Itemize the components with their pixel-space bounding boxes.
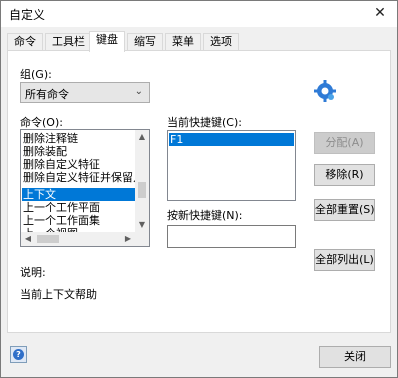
scroll-right-icon[interactable]: ▶ bbox=[121, 232, 135, 246]
new-shortcut-label: 按新快捷键(N): bbox=[167, 209, 243, 222]
list-item-selected[interactable]: 上下文 bbox=[22, 188, 135, 201]
list-item[interactable]: 删除装配 bbox=[23, 145, 67, 158]
description-label: 说明: bbox=[20, 266, 46, 279]
scroll-left-icon[interactable]: ◀ bbox=[21, 232, 35, 246]
new-shortcut-field[interactable] bbox=[167, 225, 296, 248]
reset-all-button[interactable]: 全部重置(S) bbox=[314, 199, 375, 221]
tab-keyboard[interactable]: 键盘 bbox=[89, 31, 125, 52]
group-dropdown-value: 所有命令 bbox=[25, 88, 69, 101]
list-item-selected[interactable]: F1 bbox=[169, 133, 294, 146]
tab-menus[interactable]: 菜单 bbox=[165, 33, 201, 51]
horizontal-scrollbar[interactable]: ◀ ▶ bbox=[21, 232, 149, 246]
close-button[interactable]: 关闭 bbox=[319, 346, 391, 368]
tab-commands[interactable]: 命令 bbox=[7, 33, 43, 51]
list-all-button[interactable]: 全部列出(L) bbox=[314, 249, 375, 271]
vertical-scrollbar[interactable]: ▲ ▼ bbox=[135, 130, 149, 232]
scroll-up-icon[interactable]: ▲ bbox=[135, 130, 149, 144]
remove-button[interactable]: 移除(R) bbox=[314, 164, 375, 186]
current-shortcut-list[interactable]: F1 bbox=[167, 130, 296, 201]
settings-gear-icon bbox=[313, 79, 337, 103]
list-item[interactable]: 删除自定义特征并保留几何 bbox=[23, 171, 149, 184]
window-title: 自定义 bbox=[9, 8, 46, 22]
help-icon[interactable]: ? bbox=[10, 346, 27, 363]
customize-dialog: 自定义 ✕ 命令 工具栏 键盘 缩写 菜单 选项 组(G): 所有命令 ⌄ 命令… bbox=[0, 0, 398, 378]
group-label: 组(G): bbox=[20, 68, 52, 81]
list-item[interactable]: 上一个工作面集 bbox=[23, 214, 100, 227]
group-dropdown[interactable]: 所有命令 ⌄ bbox=[20, 82, 150, 103]
title-bar: 自定义 ✕ bbox=[1, 1, 397, 27]
commands-list[interactable]: 删除注释链 删除装配 删除自定义特征 删除自定义特征并保留几何 上下文 上一个工… bbox=[20, 129, 150, 247]
list-item[interactable]: 删除自定义特征 bbox=[23, 158, 100, 171]
list-item[interactable]: 上一个工作平面 bbox=[23, 201, 100, 214]
tab-abbreviations[interactable]: 缩写 bbox=[127, 33, 163, 51]
commands-label: 命令(O): bbox=[20, 116, 63, 129]
tab-toolbars[interactable]: 工具栏 bbox=[45, 33, 92, 51]
scroll-thumb[interactable] bbox=[138, 182, 146, 198]
tab-options[interactable]: 选项 bbox=[203, 33, 239, 51]
description-text: 当前上下文帮助 bbox=[20, 288, 97, 301]
close-window-button[interactable]: ✕ bbox=[363, 1, 397, 27]
assign-button[interactable]: 分配(A) bbox=[314, 132, 375, 154]
chevron-down-icon: ⌄ bbox=[134, 86, 143, 97]
scroll-down-icon[interactable]: ▼ bbox=[135, 218, 149, 232]
current-shortcut-label: 当前快捷键(C): bbox=[167, 116, 242, 129]
scroll-thumb-horizontal[interactable] bbox=[37, 235, 59, 243]
list-item[interactable]: 删除注释链 bbox=[23, 132, 78, 145]
